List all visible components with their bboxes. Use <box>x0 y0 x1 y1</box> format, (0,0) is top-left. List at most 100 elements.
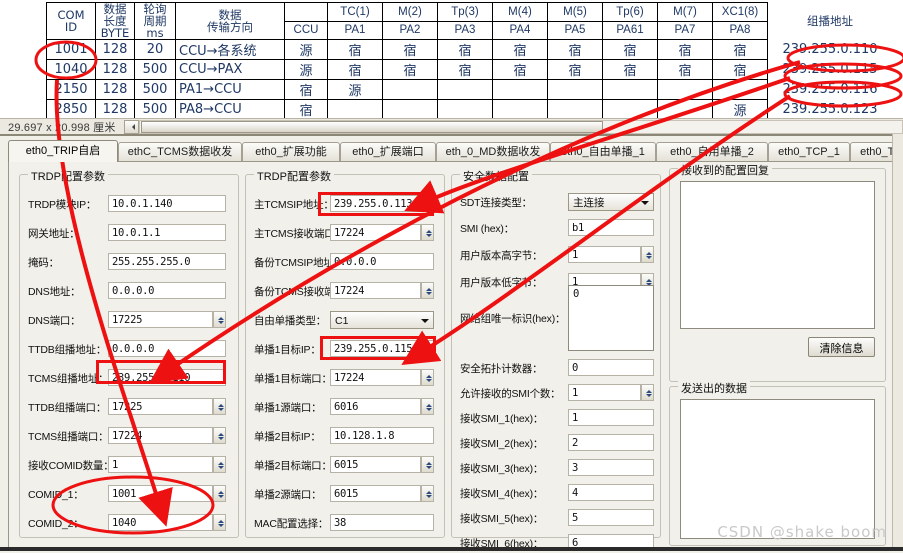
rightA-input-1[interactable]: 1 <box>568 246 641 263</box>
label-mid-9: 单播2目标端口： <box>254 460 332 472</box>
table-row[interactable]: 2850 128 500 PA8→CCU 宿 源 239.255.0.123 <box>46 99 893 120</box>
mid-input-8[interactable]: 10.128.1.8 <box>330 427 434 444</box>
rightB-input-6[interactable]: 5 <box>568 509 654 526</box>
rightB-input-2[interactable]: 1 <box>568 409 654 426</box>
label-left-8: TCMS组播端口： <box>28 431 109 443</box>
scroll-left-button[interactable] <box>124 120 139 134</box>
left-input-1[interactable]: 10.0.1.1 <box>108 224 226 241</box>
mid-spinner-6[interactable] <box>421 369 434 386</box>
label-mid-11: MAC配置选择： <box>254 518 329 530</box>
sdt-type-combo[interactable]: 主连接 <box>568 193 654 211</box>
row-left-5: TTDB组播地址： 0.0.0.0 <box>20 340 238 359</box>
mid-combo-4[interactable]: C1 <box>330 311 434 329</box>
mid-spinner-1[interactable] <box>421 224 434 241</box>
left-input-8[interactable]: 17224 <box>108 427 213 444</box>
mid-spinner-3[interactable] <box>421 282 434 299</box>
left-input-4[interactable]: 17225 <box>108 311 213 328</box>
tab-6[interactable]: eth0_自用单播_2 <box>656 142 768 162</box>
tab-1[interactable]: ethC_TCMS数据收发 <box>118 142 242 162</box>
cell-pa4 <box>492 99 548 120</box>
tab-2[interactable]: eth0_扩展功能 <box>242 142 340 162</box>
table-row[interactable]: 1040 128 500 CCU→PAX 源宿宿宿宿宿宿宿宿 239.255.0.115 <box>46 59 893 80</box>
left-input-2[interactable]: 255.255.255.0 <box>108 253 226 270</box>
cell-pa8 <box>712 79 768 100</box>
rightA-input-0[interactable]: b1 <box>568 219 654 236</box>
cell-pa61 <box>602 79 658 100</box>
mid-input-0[interactable]: 239.255.0.113 <box>330 195 434 212</box>
left-input-5[interactable]: 0.0.0.0 <box>108 340 226 357</box>
cell-pa3: 宿 <box>437 59 493 80</box>
tab-7[interactable]: eth0_TCP_1 <box>768 142 850 162</box>
table-row[interactable]: 1001 128 20 CCU→各系统源宿宿宿宿宿宿宿宿 239.255.0.110 <box>46 39 893 60</box>
sent-data-memo[interactable] <box>680 399 875 539</box>
left-input-6[interactable]: 239.255.0.110 <box>108 369 226 386</box>
row-left-11: COMID_2： 1040 <box>20 514 238 533</box>
row-sdt-type: SDT连接类型： 主连接 <box>452 193 660 212</box>
row-rightB-0: 安全拓扑计数器： 0 <box>452 359 660 378</box>
cell-direction: PA8→CCU <box>175 99 285 120</box>
cell-pa3 <box>437 79 493 100</box>
left-input-0[interactable]: 10.0.1.140 <box>108 195 226 212</box>
received-reply-memo[interactable] <box>680 181 875 329</box>
mid-spinner-10[interactable] <box>421 485 434 502</box>
rightB-input-1[interactable]: 1 <box>568 384 641 401</box>
rightB-input-4[interactable]: 3 <box>568 459 654 476</box>
left-spinner-4[interactable] <box>213 311 226 328</box>
mid-input-11[interactable]: 38 <box>330 514 434 531</box>
left-spinner-8[interactable] <box>213 427 226 444</box>
header-pa8: PA8 <box>712 20 768 40</box>
left-spinner-10[interactable] <box>213 485 226 502</box>
left-input-11[interactable]: 1040 <box>108 514 213 531</box>
left-spinner-9[interactable] <box>213 456 226 473</box>
rightB-input-0[interactable]: 0 <box>568 359 654 376</box>
cell-pa2 <box>382 99 438 120</box>
label-rightA-0: SMI (hex)： <box>460 223 515 235</box>
group-title-left: TRDP配置参数 <box>28 168 108 184</box>
tab-3[interactable]: eth0_扩展端口 <box>340 142 436 162</box>
tab-4[interactable]: eth_0_MD数据收发 <box>436 142 550 162</box>
horizontal-scrollbar-thumb[interactable] <box>141 121 603 133</box>
cell-length: 128 <box>95 99 135 120</box>
mid-input-10[interactable]: 6015 <box>330 485 421 502</box>
row-left-10: COMID_1： 1001 <box>20 485 238 504</box>
tab-0[interactable]: eth0_TRIP自启 <box>8 140 118 162</box>
left-spinner-11[interactable] <box>213 514 226 531</box>
left-input-9[interactable]: 1 <box>108 456 213 473</box>
left-input-3[interactable]: 0.0.0.0 <box>108 282 226 299</box>
table-header-row-top: COM ID 数据 长度 BYTE 轮询 周期 ms 数据 传输方向 TC(1)… <box>46 2 893 40</box>
left-input-10[interactable]: 1001 <box>108 485 213 502</box>
cell-ccu: 宿 <box>284 79 328 100</box>
label-sdt-type: SDT连接类型： <box>460 197 532 209</box>
mid-spinner-9[interactable] <box>421 456 434 473</box>
row-mid-9: 单播2目标端口： 6015 <box>246 456 444 475</box>
header-m4: M(4) <box>492 2 548 22</box>
mid-input-2[interactable]: 0.0.0.0 <box>330 253 434 270</box>
clear-info-button[interactable]: 清除信息 <box>808 337 875 357</box>
row-mid-11: MAC配置选择： 38 <box>246 514 444 533</box>
left-input-7[interactable]: 17225 <box>108 398 213 415</box>
left-spinner-7[interactable] <box>213 398 226 415</box>
rightB-input-5[interactable]: 4 <box>568 484 654 501</box>
mid-input-9[interactable]: 6015 <box>330 456 421 473</box>
chevron-down-icon <box>421 319 429 327</box>
network-group-id-memo[interactable]: 0 <box>568 285 654 351</box>
row-rightB-1: 允许接收的SMI个数： 1 <box>452 384 660 403</box>
cell-pa61: 宿 <box>602 39 658 60</box>
mid-input-3[interactable]: 17224 <box>330 282 421 299</box>
mid-input-5[interactable]: 239.255.0.115 <box>330 340 434 357</box>
row-rightB-3: 接收SMI_2(hex)： 2 <box>452 434 660 453</box>
rightB-input-3[interactable]: 2 <box>568 434 654 451</box>
table-row[interactable]: 2150 128 500 PA1→CCU 宿源 239.255.0.116 <box>46 79 893 100</box>
cell-pa1: 源 <box>327 79 383 100</box>
mid-input-1[interactable]: 17224 <box>330 224 421 241</box>
tab-5[interactable]: eth0_自由单播_1 <box>550 142 656 162</box>
rightA-spinner-1[interactable] <box>641 246 654 263</box>
mid-spinner-7[interactable] <box>421 398 434 415</box>
label-mid-6: 单播1目标端口： <box>254 373 332 385</box>
mid-input-6[interactable]: 17224 <box>330 369 421 386</box>
tab-panel: TRDP配置参数 TRDP模块IP： 10.0.1.140 网关地址： 10.0.1.… <box>8 161 895 551</box>
header-dir-line2: 传输方向 <box>207 20 253 34</box>
header-ccu: CCU <box>284 20 328 40</box>
mid-input-7[interactable]: 6016 <box>330 398 421 415</box>
rightB-spinner-1[interactable] <box>641 384 654 401</box>
